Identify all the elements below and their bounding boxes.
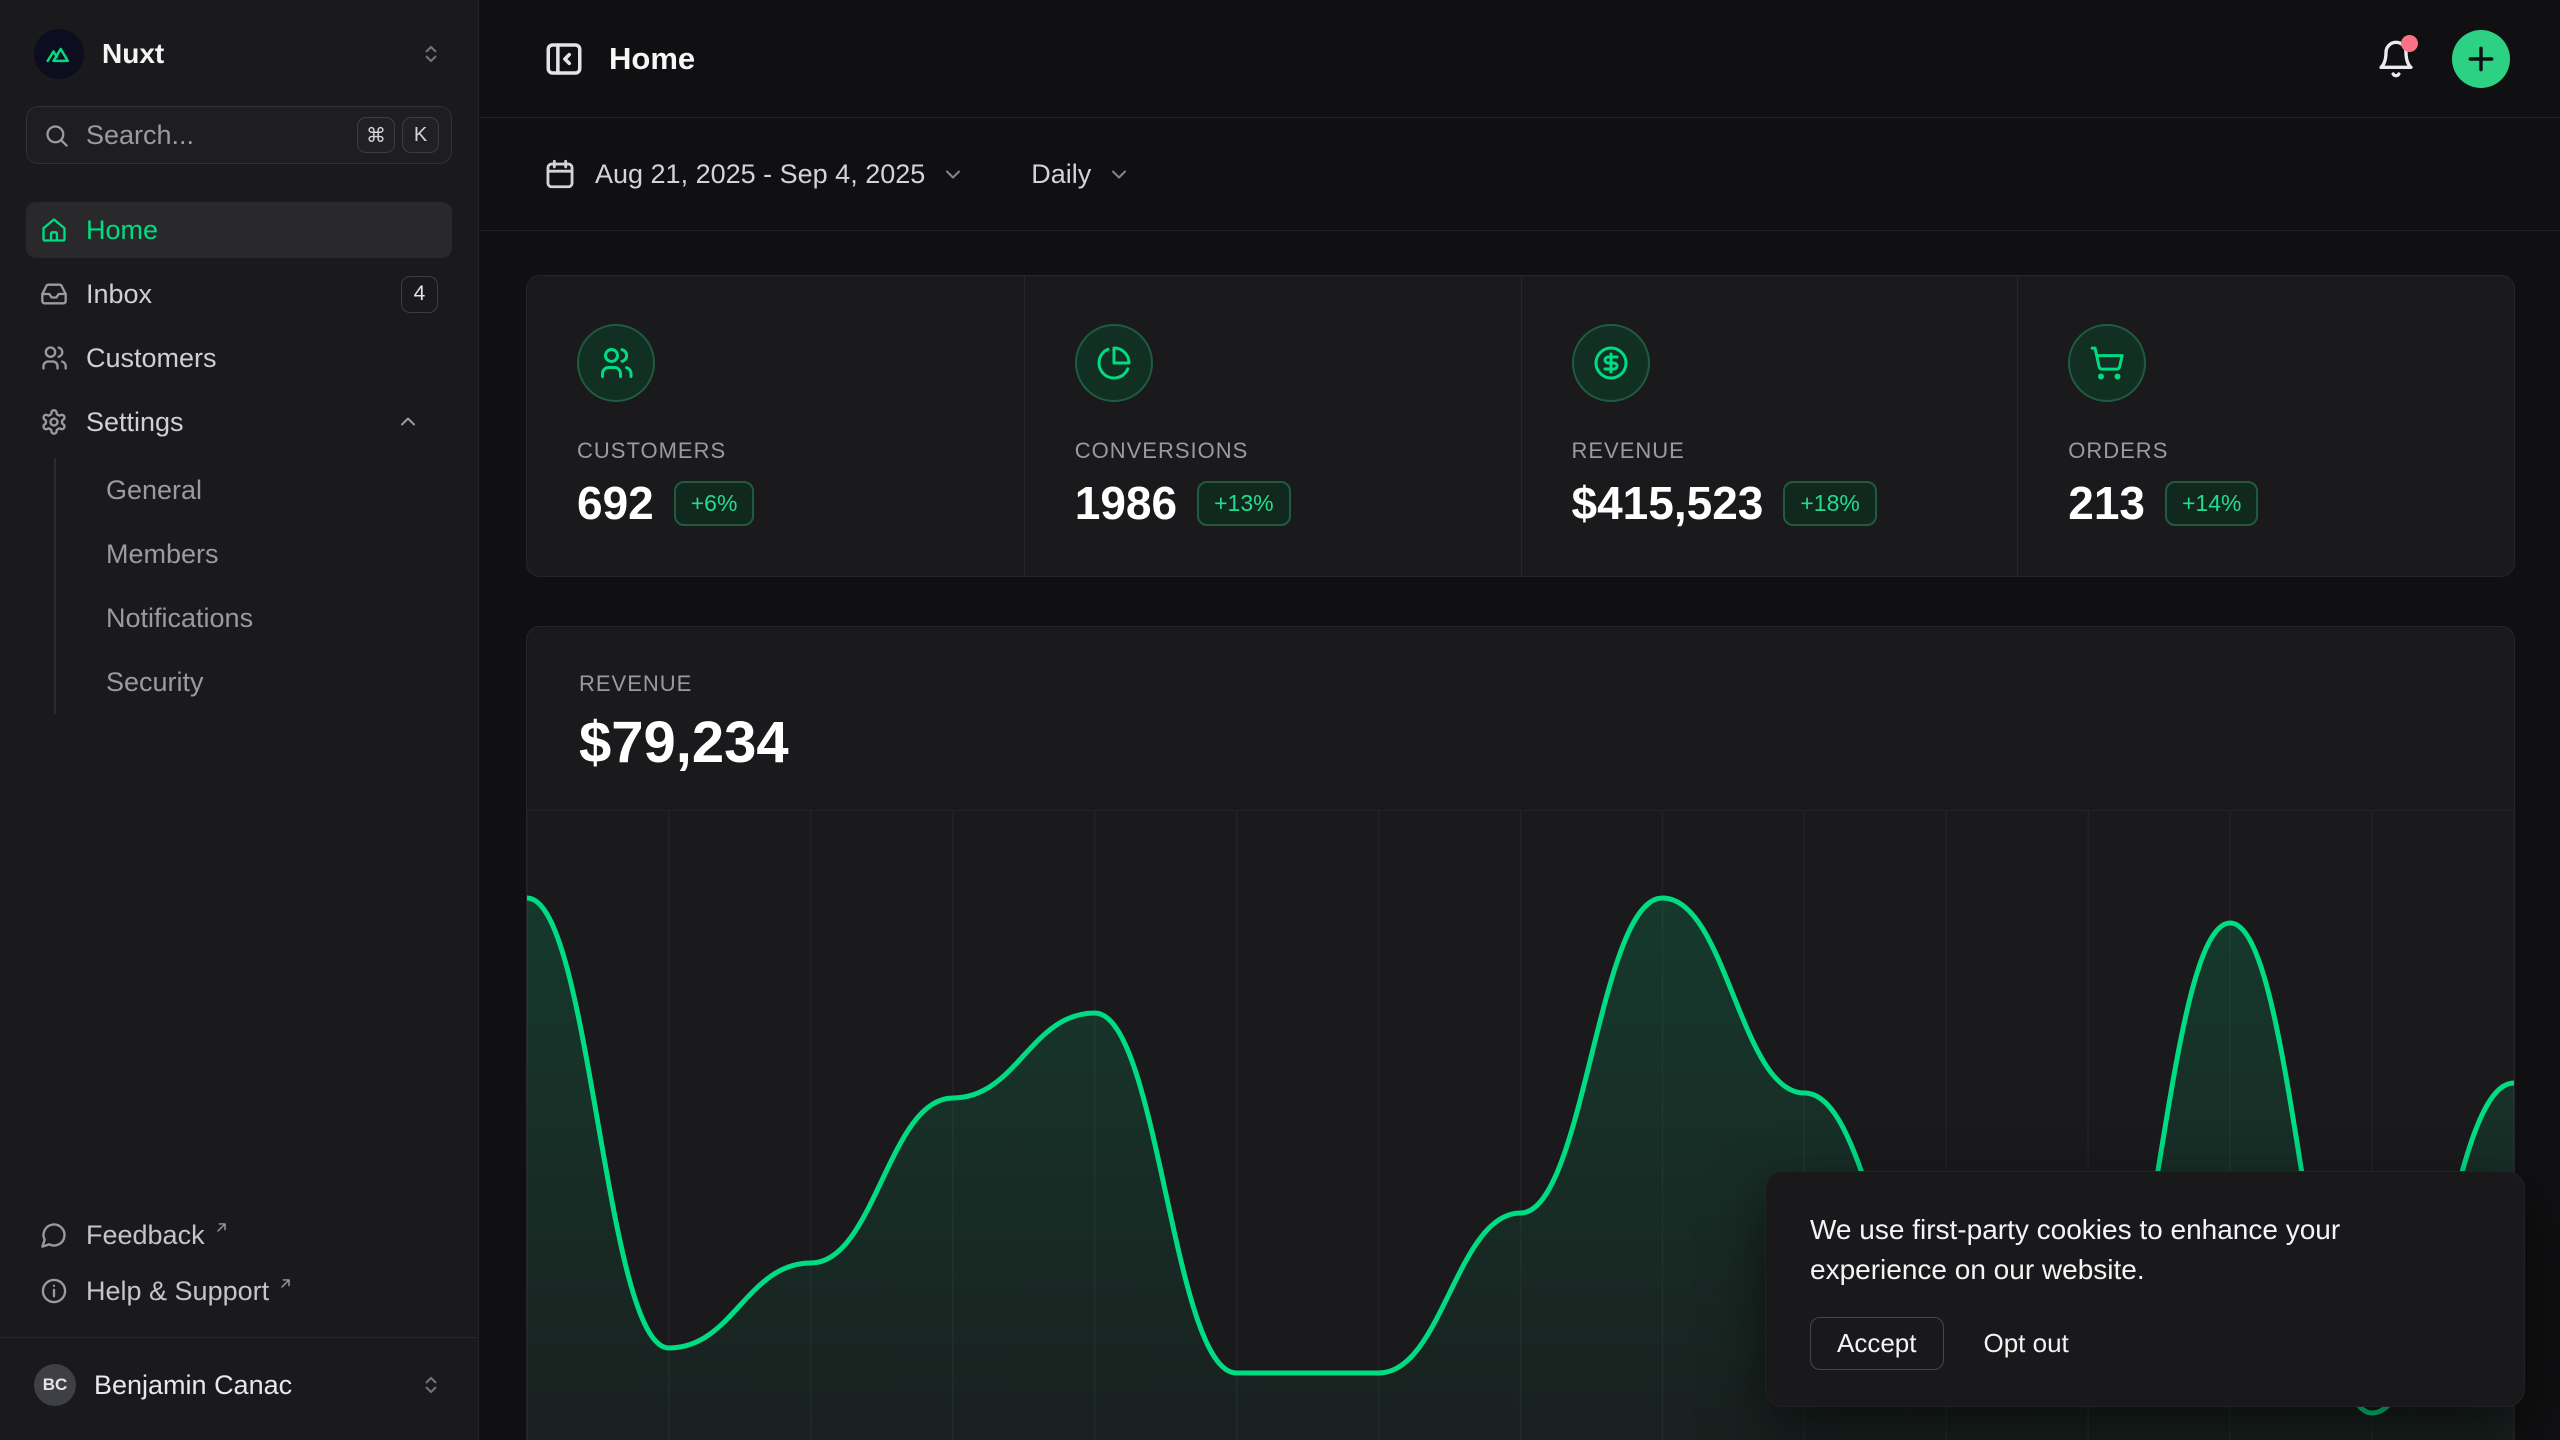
sidebar-item-home[interactable]: Home — [26, 202, 452, 258]
side-link-label: Feedback — [86, 1220, 205, 1251]
stat-value: 692 — [577, 476, 654, 530]
sidebar-item-general[interactable]: General — [56, 458, 452, 522]
gear-icon — [40, 408, 68, 436]
stat-delta-badge: +13% — [1197, 481, 1290, 526]
chevron-up-down-icon — [418, 1372, 444, 1398]
stat-value: 213 — [2068, 476, 2145, 530]
users-icon — [40, 344, 68, 372]
stat-card-revenue: REVENUE $415,523 +18% — [1521, 276, 2018, 577]
inbox-icon — [40, 280, 68, 308]
sidebar: Nuxt Search... ⌘ K Home Inbox 4 — [0, 0, 479, 1440]
date-range-label: Aug 21, 2025 - Sep 4, 2025 — [595, 159, 925, 190]
chevron-up-down-icon — [418, 41, 444, 67]
external-link-icon — [213, 1219, 230, 1236]
user-name: Benjamin Canac — [94, 1370, 418, 1401]
accept-button[interactable]: Accept — [1810, 1317, 1944, 1370]
stat-value: $415,523 — [1572, 476, 1764, 530]
stat-card-conversions: CONVERSIONS 1986 +13% — [1024, 276, 1521, 577]
sidebar-item-customers[interactable]: Customers — [26, 330, 452, 386]
chevron-down-icon — [941, 162, 965, 186]
kbd-k: K — [402, 117, 439, 153]
side-link-label: Help & Support — [86, 1276, 269, 1307]
stat-delta-badge: +14% — [2165, 481, 2258, 526]
stat-card-orders: ORDERS 213 +14% — [2017, 276, 2514, 577]
add-button[interactable] — [2452, 30, 2510, 88]
cookie-banner: We use first-party cookies to enhance yo… — [1765, 1171, 2525, 1407]
search-placeholder: Search... — [86, 120, 350, 151]
sidebar-item-security[interactable]: Security — [56, 650, 452, 714]
sidebar-nav: Home Inbox 4 Customers Settings — [26, 202, 452, 714]
dollar-circle-icon — [1572, 324, 1650, 402]
chat-bubble-icon — [40, 1221, 68, 1249]
stat-label: ORDERS — [2068, 438, 2464, 464]
info-circle-icon — [40, 1277, 68, 1305]
chevron-down-icon — [1107, 162, 1131, 186]
sidebar-divider — [0, 1337, 478, 1338]
stat-label: CUSTOMERS — [577, 438, 974, 464]
date-range-picker[interactable]: Aug 21, 2025 - Sep 4, 2025 — [543, 157, 965, 191]
chevron-up-icon[interactable] — [396, 410, 420, 434]
opt-out-button[interactable]: Opt out — [1984, 1328, 2069, 1359]
users-icon — [577, 324, 655, 402]
feedback-link[interactable]: Feedback — [26, 1207, 452, 1263]
workspace-name: Nuxt — [102, 38, 418, 70]
notifications-bell-icon[interactable] — [2376, 39, 2416, 79]
stats-grid: CUSTOMERS 692 +6% CONVERSIONS 1986 +13% — [526, 275, 2515, 577]
search-input[interactable]: Search... ⌘ K — [26, 106, 452, 164]
calendar-icon — [543, 157, 577, 191]
kbd-command: ⌘ — [357, 117, 395, 153]
avatar: BC — [34, 1364, 76, 1406]
stat-label: REVENUE — [1572, 438, 1968, 464]
collapse-sidebar-icon[interactable] — [543, 38, 585, 80]
granularity-select[interactable]: Daily — [1031, 159, 1131, 190]
page-title: Home — [609, 41, 2376, 77]
home-icon — [40, 216, 68, 244]
stat-card-customers: CUSTOMERS 692 +6% — [527, 276, 1024, 577]
stat-delta-badge: +6% — [674, 481, 755, 526]
stat-value: 1986 — [1075, 476, 1177, 530]
external-link-icon — [277, 1275, 294, 1292]
granularity-label: Daily — [1031, 159, 1091, 190]
sidebar-item-label: Inbox — [86, 279, 152, 310]
sidebar-item-label: Settings — [86, 407, 184, 438]
stat-label: CONVERSIONS — [1075, 438, 1471, 464]
notification-dot — [2401, 35, 2418, 52]
revenue-chart-value: $79,234 — [579, 709, 2462, 776]
user-menu[interactable]: BC Benjamin Canac — [26, 1354, 452, 1416]
nuxt-logo-icon — [34, 29, 84, 79]
sidebar-item-notifications[interactable]: Notifications — [56, 586, 452, 650]
sidebar-item-inbox[interactable]: Inbox 4 — [26, 266, 452, 322]
cart-icon — [2068, 324, 2146, 402]
settings-submenu: General Members Notifications Security — [54, 458, 452, 714]
sidebar-item-members[interactable]: Members — [56, 522, 452, 586]
sidebar-item-label: Customers — [86, 343, 217, 374]
sidebar-item-settings[interactable]: Settings — [26, 394, 452, 450]
workspace-switcher[interactable]: Nuxt — [26, 26, 452, 82]
inbox-count-badge: 4 — [401, 276, 438, 313]
revenue-chart-label: REVENUE — [579, 671, 2462, 697]
stat-delta-badge: +18% — [1783, 481, 1876, 526]
cookie-message: We use first-party cookies to enhance yo… — [1810, 1210, 2430, 1291]
help-support-link[interactable]: Help & Support — [26, 1263, 452, 1319]
page-header: Home — [479, 0, 2560, 118]
search-icon — [43, 122, 70, 149]
filters-toolbar: Aug 21, 2025 - Sep 4, 2025 Daily — [479, 118, 2560, 231]
sidebar-item-label: Home — [86, 215, 158, 246]
pie-chart-icon — [1075, 324, 1153, 402]
